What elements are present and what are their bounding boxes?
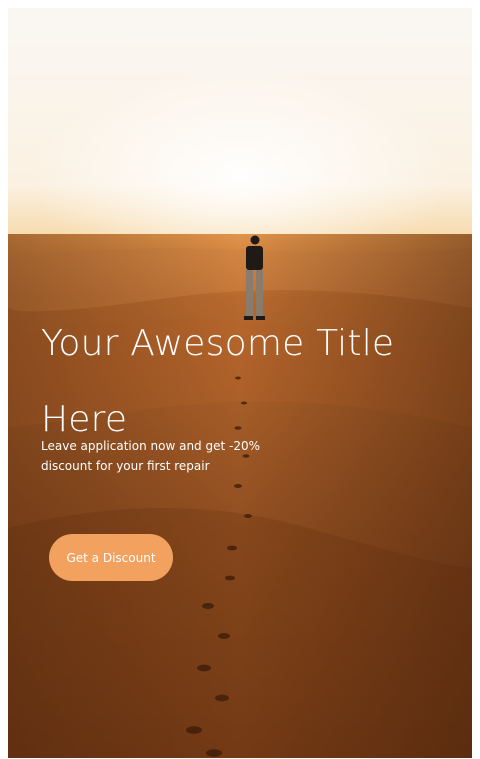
hero-subtitle: Leave application now and get -20% disco… (41, 439, 261, 473)
hero-section: Your Awesome Title Here Leave applicatio… (8, 8, 472, 758)
hero-content: Your Awesome Title Here Leave applicatio… (8, 8, 472, 758)
get-discount-button[interactable]: Get a Discount (49, 534, 173, 581)
